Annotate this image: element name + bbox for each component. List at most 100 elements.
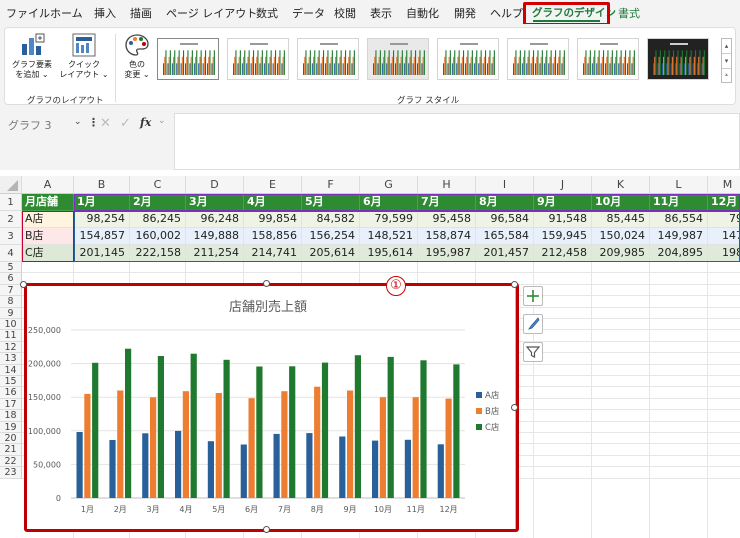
cell-sales-value[interactable]: 195,987 <box>418 245 476 262</box>
column-header-I[interactable]: I <box>476 176 534 194</box>
cell-sales-value[interactable]: 149,888 <box>186 228 244 245</box>
column-header-A[interactable]: A <box>22 176 74 194</box>
column-header-E[interactable]: E <box>244 176 302 194</box>
cell-month-header[interactable]: 1月 <box>74 194 130 211</box>
resize-handle-bottom[interactable] <box>263 526 270 533</box>
menu-review[interactable]: 校閲 <box>334 5 356 21</box>
cell-sales-value[interactable]: 149,987 <box>650 228 708 245</box>
column-header-D[interactable]: D <box>186 176 244 194</box>
cell-sales-value[interactable]: 79,599 <box>360 211 418 228</box>
cell-sales-value[interactable]: 165,584 <box>476 228 534 245</box>
cell-month-header[interactable]: 6月 <box>360 194 418 211</box>
cell-sales-value[interactable]: 86,554 <box>650 211 708 228</box>
change-colors-button[interactable]: 色の 変更 ⌄ <box>119 32 155 80</box>
cell-month-header[interactable]: 12月 <box>708 194 740 211</box>
row-header-17[interactable]: 17 <box>0 398 22 411</box>
cell-month-header[interactable]: 8月 <box>476 194 534 211</box>
row-header-1[interactable]: 1 <box>0 194 22 211</box>
row-header-13[interactable]: 13 <box>0 353 22 365</box>
column-header-B[interactable]: B <box>74 176 130 194</box>
menu-help[interactable]: ヘルプ <box>490 5 523 21</box>
chart-style-thumbnail[interactable] <box>577 38 639 80</box>
menu-draw[interactable]: 描画 <box>130 5 152 21</box>
row-header-6[interactable]: 6 <box>0 273 22 285</box>
cell-month-header[interactable]: 9月 <box>534 194 592 211</box>
cell-sales-value[interactable]: 159,945 <box>534 228 592 245</box>
cell-sales-value[interactable]: 85,445 <box>592 211 650 228</box>
row-header-12[interactable]: 12 <box>0 341 22 354</box>
menu-formulas[interactable]: 数式 <box>256 5 278 21</box>
insert-function-icon[interactable]: fx <box>140 116 151 129</box>
row-header-11[interactable]: 11 <box>0 330 22 342</box>
row-header-9[interactable]: 9 <box>0 307 22 319</box>
row-header-23[interactable]: 23 <box>0 467 22 479</box>
cancel-icon[interactable]: ✕ <box>100 116 111 131</box>
cell-sales-value[interactable]: 91,548 <box>534 211 592 228</box>
cell-sales-value[interactable]: 214,741 <box>244 245 302 262</box>
select-all-corner[interactable] <box>0 176 22 194</box>
menu-view[interactable]: 表示 <box>370 5 392 21</box>
menu-data[interactable]: データ <box>292 5 325 21</box>
cell-sales-value[interactable]: 148,521 <box>360 228 418 245</box>
cell-sales-value[interactable]: 209,985 <box>592 245 650 262</box>
resize-handle-tl[interactable] <box>20 281 27 288</box>
cell-month-header[interactable]: 10月 <box>592 194 650 211</box>
name-box-dropdown-icon[interactable]: ⌄ <box>74 117 82 127</box>
row-header-21[interactable]: 21 <box>0 444 22 456</box>
menu-insert[interactable]: 挿入 <box>94 5 116 21</box>
cell-sales-value[interactable]: 86,245 <box>130 211 186 228</box>
cell-sales-value[interactable]: 95,458 <box>418 211 476 228</box>
row-header-2[interactable]: 2 <box>0 211 22 228</box>
cell-sales-value[interactable]: 154,857 <box>74 228 130 245</box>
chart-style-thumbnail[interactable] <box>157 38 219 80</box>
chart-style-thumbnail[interactable] <box>507 38 569 80</box>
cell-store-name[interactable]: A店 <box>22 211 74 228</box>
menu-format[interactable]: 書式 <box>618 5 640 21</box>
formula-input[interactable] <box>174 113 740 170</box>
column-header-C[interactable]: C <box>130 176 186 194</box>
row-header-14[interactable]: 14 <box>0 364 22 376</box>
name-box[interactable]: グラフ 3 ⌄ ⋮ <box>4 114 99 134</box>
cell-month-header[interactable]: 3月 <box>186 194 244 211</box>
resize-handle-right[interactable] <box>511 404 518 411</box>
chart-object[interactable]: 店舗別売上額 0 50,000 100,000 150,000 200,000 250,00… <box>24 285 516 530</box>
cell-sales-value[interactable]: 211,254 <box>186 245 244 262</box>
cell-month-header[interactable]: 11月 <box>650 194 708 211</box>
cell-sales-value[interactable]: 158,856 <box>244 228 302 245</box>
cell-sales-value[interactable]: 195,614 <box>360 245 418 262</box>
cell-sales-value[interactable]: 158,874 <box>418 228 476 245</box>
fx-dropdown-icon[interactable]: ⌄ <box>158 116 166 126</box>
row-header-18[interactable]: 18 <box>0 410 22 422</box>
column-header-L[interactable]: L <box>650 176 708 194</box>
cell-sales-value[interactable]: 198 <box>708 245 740 262</box>
cell-sales-value[interactable]: 205,614 <box>302 245 360 262</box>
row-header-7[interactable]: 7 <box>0 284 22 297</box>
cell-sales-value[interactable]: 150,024 <box>592 228 650 245</box>
row-header-4[interactable]: 4 <box>0 245 22 262</box>
cell-sales-value[interactable]: 156,254 <box>302 228 360 245</box>
row-header-10[interactable]: 10 <box>0 319 22 331</box>
cell-sales-value[interactable]: 222,158 <box>130 245 186 262</box>
cell-sales-value[interactable]: 96,584 <box>476 211 534 228</box>
cell-month-header[interactable]: 2月 <box>130 194 186 211</box>
cell-sales-value[interactable]: 79 <box>708 211 740 228</box>
gallery-more-icon[interactable]: ⩡ <box>722 69 731 82</box>
cell-sales-value[interactable]: 201,457 <box>476 245 534 262</box>
cell-sales-value[interactable]: 99,854 <box>244 211 302 228</box>
add-chart-element-button[interactable]: グラフ要素 を追加 ⌄ <box>11 32 53 80</box>
column-header-G[interactable]: G <box>360 176 418 194</box>
cell-store-name[interactable]: B店 <box>22 228 74 245</box>
gallery-down-icon[interactable]: ▾ <box>722 54 731 69</box>
column-header-H[interactable]: H <box>418 176 476 194</box>
column-header-K[interactable]: K <box>592 176 650 194</box>
row-header-16[interactable]: 16 <box>0 387 22 399</box>
enter-icon[interactable]: ✓ <box>120 116 131 131</box>
menu-page-layout[interactable]: ページ レイアウト <box>166 5 257 21</box>
menu-home[interactable]: ホーム <box>50 5 83 21</box>
row-header-20[interactable]: 20 <box>0 433 22 445</box>
row-header-8[interactable]: 8 <box>0 296 22 308</box>
chart-style-thumbnail[interactable] <box>297 38 359 80</box>
chart-style-thumbnail[interactable] <box>227 38 289 80</box>
column-header-M[interactable]: M <box>708 176 740 194</box>
row-header-15[interactable]: 15 <box>0 376 22 388</box>
